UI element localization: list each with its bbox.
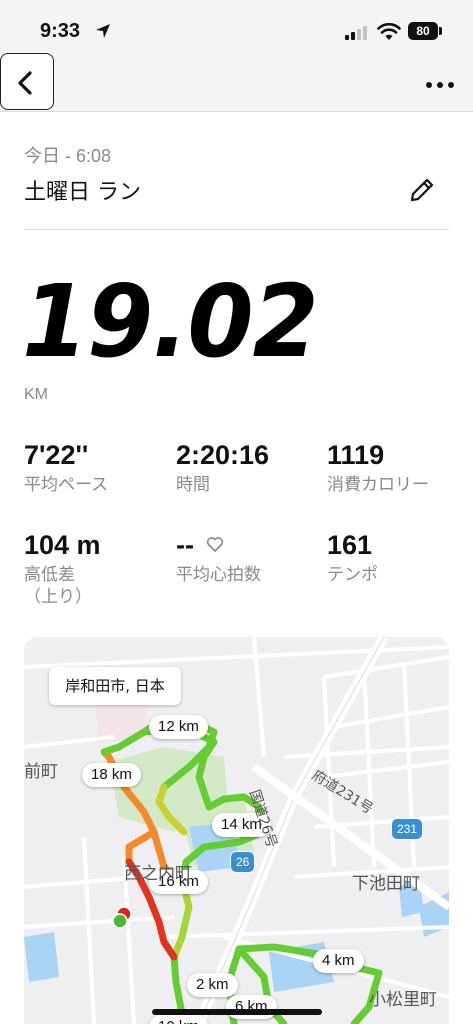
- map-place-label: 前町: [24, 762, 58, 782]
- heart-rate-label: 平均心拍数: [176, 565, 261, 585]
- map-location-label: 岸和田市, 日本: [49, 667, 181, 705]
- nav-bar: [0, 56, 473, 112]
- wifi-icon: [377, 23, 401, 40]
- heart-outline-icon: [206, 537, 224, 552]
- km-marker: 4 km: [313, 949, 364, 973]
- duration-value: 2:20:16: [176, 440, 270, 470]
- status-time: 9:33: [40, 20, 81, 42]
- pace-label: 平均ペース: [24, 475, 109, 495]
- distance-unit: KM: [24, 386, 48, 403]
- more-options-button[interactable]: [420, 70, 460, 98]
- map-place-label: 小松里町: [369, 990, 437, 1010]
- km-marker: 2 km: [187, 973, 238, 997]
- battery-level: 80: [416, 24, 430, 38]
- calories-value: 1119: [327, 440, 385, 470]
- activity-title: 土曜日 ラン: [24, 180, 141, 205]
- pencil-icon[interactable]: [408, 176, 436, 204]
- home-indicator[interactable]: [152, 1009, 322, 1015]
- duration-label: 時間: [176, 475, 210, 495]
- km-marker: 12 km: [149, 715, 208, 739]
- elevation-label: 高低差 （上り）: [24, 565, 92, 607]
- road-shield: 231: [391, 818, 424, 840]
- heart-rate-value: --: [176, 530, 194, 560]
- km-marker: 18 km: [82, 763, 141, 787]
- map-place-label: 下池田町: [352, 874, 420, 894]
- status-bar: 9:33 80: [0, 0, 473, 56]
- elevation-value: 104 m: [24, 530, 101, 560]
- chevron-left-icon: [18, 71, 32, 95]
- activity-date: 今日 - 6:08: [24, 146, 112, 166]
- cadence-value: 161: [327, 530, 373, 560]
- km-marker: 6 km: [226, 995, 277, 1019]
- km-marker: 10 km: [149, 1015, 208, 1024]
- more-horizontal-icon: [426, 82, 432, 88]
- cellular-signal-icon: [345, 24, 371, 40]
- road-shield: 26: [230, 851, 256, 873]
- pace-value: 7'22'': [24, 440, 89, 470]
- cadence-label: テンポ: [327, 565, 378, 585]
- calories-label: 消費カロリー: [327, 475, 429, 495]
- divider: [24, 229, 449, 230]
- route-map[interactable]: 岸和田市, 日本 12 km 18 km 14 km 16 km 4 km 2 …: [24, 637, 449, 1024]
- back-button[interactable]: [0, 53, 54, 110]
- battery-icon: 80: [408, 22, 438, 40]
- distance-value: 19.02: [22, 263, 319, 380]
- battery-cap: [439, 27, 442, 35]
- location-arrow-icon: [96, 24, 110, 38]
- map-place-label: 西之内町: [124, 864, 192, 884]
